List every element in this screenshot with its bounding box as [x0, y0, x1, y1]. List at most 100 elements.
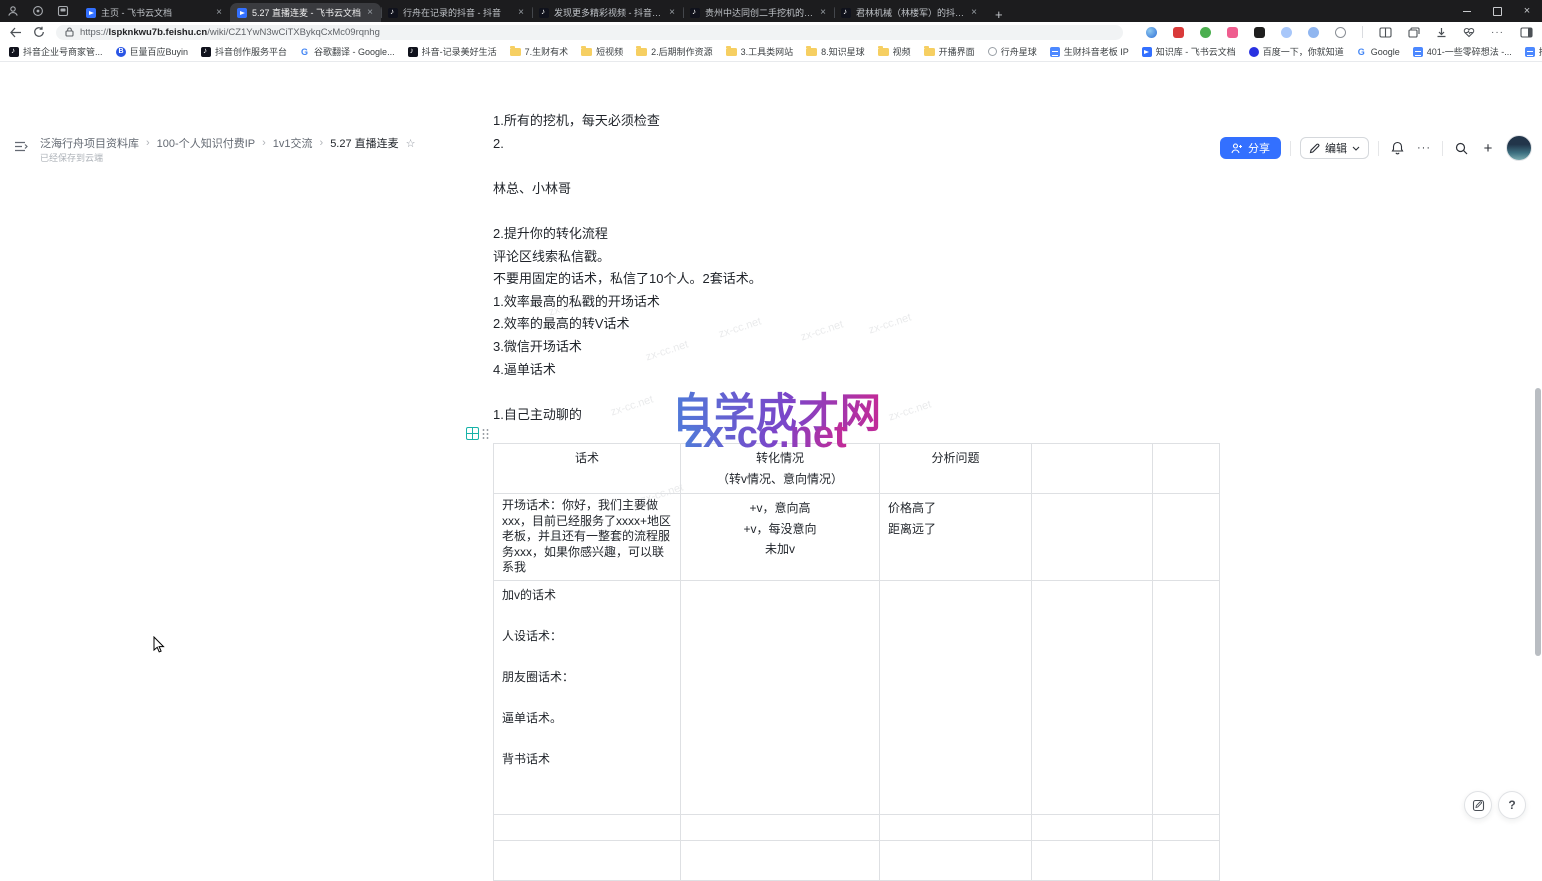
- bookmark-item[interactable]: 巨量百应Buyin: [116, 45, 189, 58]
- breadcrumb-item[interactable]: 泛海行舟项目资料库: [40, 135, 139, 151]
- extension-icon[interactable]: [1200, 27, 1211, 38]
- bookmark-item[interactable]: 知识库 - 飞书云文档: [1142, 45, 1236, 58]
- bookmark-item[interactable]: 行舟星球: [988, 45, 1037, 58]
- doc-paragraph[interactable]: 不要用固定的话术，私信了10个人。2套话术。: [493, 268, 1219, 291]
- refresh-icon[interactable]: [33, 26, 45, 38]
- table-cell[interactable]: [880, 580, 1032, 814]
- table-cell[interactable]: [1032, 814, 1153, 840]
- new-tab-button[interactable]: +: [985, 7, 1013, 22]
- extension-icon[interactable]: [1173, 27, 1184, 38]
- extension-icon[interactable]: [1146, 27, 1157, 38]
- bookmark-folder[interactable]: 8.知识星球: [806, 45, 865, 58]
- bookmark-item[interactable]: Google: [1357, 47, 1400, 57]
- tab-search-icon[interactable]: [56, 5, 69, 18]
- bookmark-item[interactable]: 百度一下，你就知道: [1249, 45, 1344, 58]
- bookmark-item[interactable]: 生财抖音老板 IP: [1050, 45, 1129, 58]
- table-cell[interactable]: [1153, 580, 1220, 814]
- bookmark-folder[interactable]: 7.生财有术: [510, 45, 569, 58]
- table-cell[interactable]: [1153, 814, 1220, 840]
- close-button[interactable]: ×: [1512, 0, 1542, 22]
- tab-douyin-excavator[interactable]: 贵州中达同创二手挖机的抖音 - ... ×: [683, 3, 834, 22]
- vertical-scrollbar-thumb[interactable]: [1535, 388, 1541, 656]
- sidebar-panel-icon[interactable]: [1520, 27, 1533, 38]
- search-icon[interactable]: [1452, 139, 1470, 157]
- extension-icon[interactable]: [1308, 27, 1319, 38]
- site-info-lock-icon[interactable]: [65, 27, 74, 37]
- table-grid-icon[interactable]: [466, 427, 479, 440]
- table-cell[interactable]: [681, 840, 880, 880]
- bookmark-item[interactable]: 谷歌翻译 - Google...: [300, 45, 395, 58]
- favorites-icon[interactable]: [1408, 27, 1420, 38]
- bookmark-item[interactable]: 抖音-记录美好生活: [408, 45, 497, 58]
- downloads-icon[interactable]: [1436, 27, 1447, 38]
- avatar[interactable]: [1506, 135, 1532, 161]
- help-button[interactable]: ?: [1498, 791, 1526, 819]
- bookmark-item[interactable]: 抖音创作服务平台: [201, 45, 287, 58]
- table-cell[interactable]: [681, 580, 880, 814]
- doc-paragraph[interactable]: [493, 155, 1219, 178]
- tab-close-icon[interactable]: ×: [366, 8, 374, 18]
- bookmark-folder[interactable]: 视频: [878, 45, 911, 58]
- tab-douyin-search[interactable]: 发现更多精彩视频 - 抖音搜索 ×: [532, 3, 683, 22]
- bookmark-item[interactable]: 抖音企业号商家管...: [9, 45, 103, 58]
- favorite-star-icon[interactable]: ☆: [406, 137, 416, 150]
- tab-close-icon[interactable]: ×: [517, 8, 525, 18]
- table-cell[interactable]: [1032, 580, 1153, 814]
- doc-paragraph[interactable]: 2.提升你的转化流程: [493, 223, 1219, 246]
- table-cell[interactable]: [1153, 494, 1220, 581]
- notifications-bell-icon[interactable]: [1388, 139, 1406, 157]
- split-screen-icon[interactable]: [1379, 27, 1392, 38]
- extension-icon[interactable]: [1254, 27, 1265, 38]
- tab-close-icon[interactable]: ×: [970, 8, 978, 18]
- tab-doc-527-live[interactable]: 5.27 直播连麦 - 飞书云文档 ×: [230, 3, 381, 22]
- tab-douyin-profile[interactable]: 行舟在记录的抖音 - 抖音 ×: [381, 3, 532, 22]
- url-bar[interactable]: https://lspknkwu7b.feishu.cn/wiki/CZ1YwN…: [56, 25, 1123, 40]
- table-cell[interactable]: [494, 840, 681, 880]
- table-cell[interactable]: [880, 840, 1032, 880]
- table-header-cell[interactable]: 分析问题: [880, 444, 1032, 494]
- more-actions-icon[interactable]: ···: [1415, 139, 1433, 157]
- table-cell[interactable]: [494, 814, 681, 840]
- tab-close-icon[interactable]: ×: [819, 8, 827, 18]
- minimize-button[interactable]: [1452, 0, 1482, 22]
- table-cell[interactable]: [1032, 494, 1153, 581]
- profile-icon[interactable]: [6, 5, 19, 18]
- tab-feishu-home[interactable]: 主页 - 飞书云文档 ×: [79, 3, 230, 22]
- table-cell[interactable]: +v，意向高 +v，每没意向 未加v: [681, 494, 880, 581]
- workspaces-icon[interactable]: [31, 5, 44, 18]
- extension-icon[interactable]: [1335, 27, 1346, 38]
- extension-icon[interactable]: [1281, 27, 1292, 38]
- doc-paragraph[interactable]: 4.逼单话术: [493, 359, 1219, 382]
- doc-paragraph[interactable]: 2.效率的最高的转V话术: [493, 313, 1219, 336]
- doc-paragraph[interactable]: 1.效率最高的私戳的开场话术: [493, 291, 1219, 314]
- bookmark-folder[interactable]: 2.后期制作资源: [636, 45, 713, 58]
- bookmark-item[interactable]: 抖音老板 IP | 实战...: [1525, 45, 1542, 58]
- doc-paragraph[interactable]: 林总、小林哥: [493, 178, 1219, 201]
- table-cell[interactable]: [1153, 840, 1220, 880]
- table-header-cell[interactable]: [1153, 444, 1220, 494]
- sidebar-toggle-icon[interactable]: [14, 140, 29, 153]
- table-header-cell[interactable]: 话术: [494, 444, 681, 494]
- table-cell[interactable]: 开场话术：你好，我们主要做xxx，目前已经服务了xxxx+地区老板，并且还有一整…: [494, 494, 681, 581]
- bookmark-folder[interactable]: 开播界面: [924, 45, 975, 58]
- doc-paragraph[interactable]: 评论区线索私信戳。: [493, 246, 1219, 269]
- browser-essentials-icon[interactable]: [1463, 27, 1475, 38]
- doc-paragraph[interactable]: 2.: [493, 133, 1219, 156]
- bookmark-item[interactable]: 401-一些零碎想法 -...: [1413, 45, 1512, 58]
- tab-close-icon[interactable]: ×: [668, 8, 676, 18]
- breadcrumb-item[interactable]: 1v1交流: [273, 135, 313, 151]
- table-cell[interactable]: 加v的话术 人设话术： 朋友圈话术： 逼单话术。 背书话术: [494, 580, 681, 814]
- create-new-icon[interactable]: +: [1479, 139, 1497, 157]
- table-cell[interactable]: [1032, 840, 1153, 880]
- tab-close-icon[interactable]: ×: [215, 8, 223, 18]
- maximize-button[interactable]: [1482, 0, 1512, 22]
- share-button[interactable]: 分享: [1220, 137, 1281, 159]
- doc-paragraph[interactable]: 3.微信开场话术: [493, 336, 1219, 359]
- doc-paragraph[interactable]: 1.所有的挖机，每天必须检查: [493, 110, 1219, 133]
- table-cell[interactable]: 价格高了 距离远了: [880, 494, 1032, 581]
- breadcrumb-item[interactable]: 100-个人知识付费IP: [157, 135, 255, 151]
- feedback-button[interactable]: [1464, 791, 1492, 819]
- bookmark-folder[interactable]: 3.工具类网站: [726, 45, 794, 58]
- tab-douyin-machinery[interactable]: 君林机械（林楼军）的抖音 - 抖... ×: [834, 3, 985, 22]
- bookmark-folder[interactable]: 短视频: [581, 45, 623, 58]
